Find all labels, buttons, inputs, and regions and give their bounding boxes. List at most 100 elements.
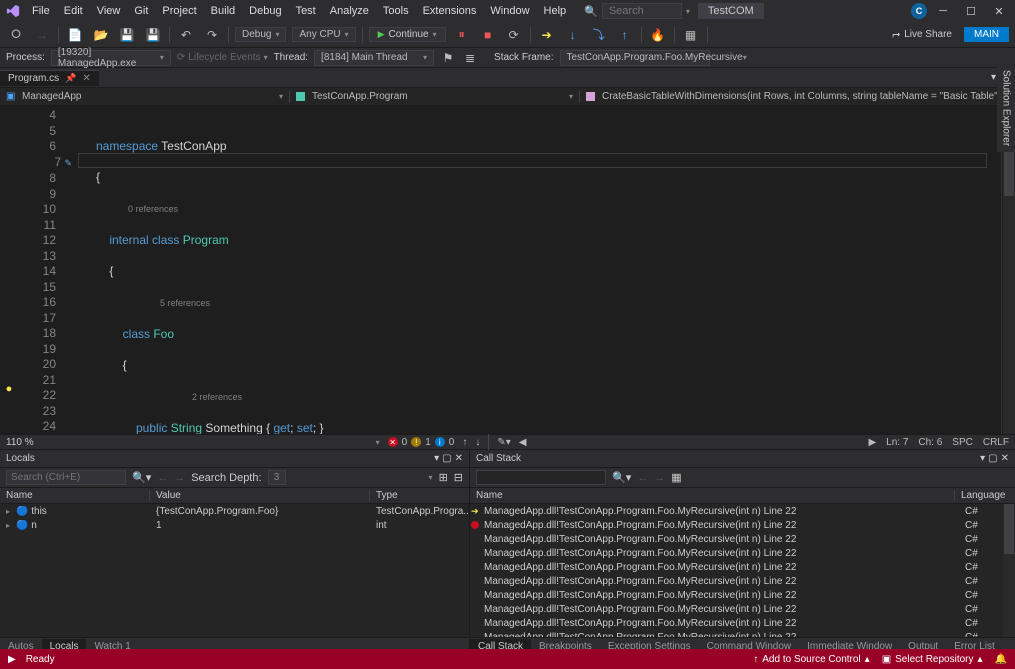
zoom-level[interactable]: 110 % [6,437,34,448]
select-repository[interactable]: ▣ Select Repository ▴ [882,654,983,665]
search-go-icon[interactable]: 🔍▾ [612,471,631,484]
save-icon[interactable]: 💾 [117,25,137,45]
tab-overflow-icon[interactable]: ▾ [991,72,996,83]
open-icon[interactable]: 📂 [91,25,111,45]
dropdown-icon[interactable]: ▾ [434,453,439,464]
nav-member-dropdown[interactable]: CrateBasicTableWithDimensions(int Rows, … [580,91,1015,103]
locals-body[interactable]: ▸🔵 this{TestConApp.Program.Foo}TestConAp… [0,504,469,637]
callstack-search-input[interactable] [476,470,606,485]
callstack-frame[interactable]: ManagedApp.dll!TestConApp.Program.Foo.My… [470,616,1015,630]
menu-debug[interactable]: Debug [243,3,287,19]
menu-git[interactable]: Git [128,3,154,19]
search-dropdown-icon[interactable]: ▾ [686,7,690,16]
solution-explorer-tab[interactable]: Solution Explorer [999,64,1014,152]
undo-icon[interactable]: ↶ [176,25,196,45]
locals-row[interactable]: ▸🔵 n1int [0,518,469,532]
callstack-frame[interactable]: ➔ManagedApp.dll!TestConApp.Program.Foo.M… [470,504,1015,518]
locals-col-name[interactable]: Name [0,490,150,501]
brush-icon[interactable]: ✎▾ [497,437,510,448]
search-input[interactable] [602,3,682,19]
new-file-icon[interactable]: 📄 [65,25,85,45]
toggle2-icon[interactable]: ⊟ [454,471,463,484]
warning-count-icon[interactable]: ! [411,437,421,447]
error-count-icon[interactable]: ✕ [388,437,398,447]
callstack-frame[interactable]: ManagedApp.dll!TestConApp.Program.Foo.My… [470,546,1015,560]
menu-edit[interactable]: Edit [58,3,89,19]
stackframe-dropdown[interactable]: TestConApp.Program.Foo.MyRecursive▾ [560,50,710,66]
depth-dropdown-icon[interactable]: ▾ [429,473,433,482]
maximize-panel-icon[interactable]: ▢ [442,453,451,464]
process-dropdown[interactable]: [19320] ManagedApp.exe▾ [51,50,171,66]
callstack-col-name[interactable]: Name [470,490,955,501]
search-prev-icon[interactable]: ← [157,472,168,484]
save-all-icon[interactable]: 💾 [143,25,163,45]
scroll-right-icon[interactable]: ▶ [868,437,876,448]
menu-extensions[interactable]: Extensions [417,3,483,19]
add-source-control[interactable]: ↑ Add to Source Control ▴ [753,654,869,665]
menu-build[interactable]: Build [205,3,241,19]
close-panel-icon[interactable]: ✕ [455,453,463,464]
callstack-frame[interactable]: ManagedApp.dll!TestConApp.Program.Foo.My… [470,588,1015,602]
maximize-panel-icon[interactable]: ▢ [988,453,997,464]
menu-tools[interactable]: Tools [377,3,415,19]
nav-fwd-button[interactable]: → [32,25,52,45]
code-area[interactable]: namespace TestConApp { 0 references inte… [78,106,1001,434]
tab-program-cs[interactable]: Program.cs 📌 ✕ [0,70,99,86]
close-tab-icon[interactable]: ✕ [82,73,90,84]
editor-scrollbar[interactable] [1003,106,1015,434]
maximize-button[interactable]: ☐ [959,2,983,20]
menu-analyze[interactable]: Analyze [324,3,375,19]
step-into-icon[interactable]: ↓ [563,25,583,45]
nav-class-dropdown[interactable]: TestConApp.Program▾ [290,91,580,103]
nav-project-dropdown[interactable]: ▣ManagedApp▾ [0,91,290,103]
threads-icon[interactable]: ≣ [462,48,478,68]
restart-icon[interactable]: ⟳ [504,25,524,45]
nav-back-button[interactable]: ⭘ [6,25,26,45]
menu-file[interactable]: File [26,3,56,19]
close-panel-icon[interactable]: ✕ [1001,453,1009,464]
locals-row[interactable]: ▸🔵 this{TestConApp.Program.Foo}TestConAp… [0,504,469,518]
code-editor[interactable]: ● 4567 ✎89101112131415161718192021222324… [0,106,1015,434]
live-share-button[interactable]: ⮣Live Share [886,27,958,42]
menu-test[interactable]: Test [290,3,322,19]
indent-mode[interactable]: SPC [952,437,973,448]
scroll-left-icon[interactable]: ◀ [519,437,527,448]
break-all-icon[interactable]: ⏸ [452,25,472,45]
search-next-icon[interactable]: → [654,472,665,484]
locals-col-type[interactable]: Type [370,490,469,501]
view-frames-icon[interactable]: ▦ [671,471,681,484]
lifecycle-events[interactable]: ⟳Lifecycle Events▾ [177,52,268,63]
callstack-frame[interactable]: ManagedApp.dll!TestConApp.Program.Foo.My… [470,560,1015,574]
callstack-frame[interactable]: ManagedApp.dll!TestConApp.Program.Foo.My… [470,602,1015,616]
callstack-frame[interactable]: ManagedApp.dll!TestConApp.Program.Foo.My… [470,532,1015,546]
flag-icon[interactable]: ⚑ [440,48,456,68]
user-avatar[interactable]: C [911,3,927,19]
nav-down-icon[interactable]: ↓ [475,437,480,448]
callstack-col-lang[interactable]: Language [955,490,1015,501]
notifications-icon[interactable]: 🔔 [995,654,1007,665]
menu-project[interactable]: Project [156,3,202,19]
continue-button[interactable]: ▶Continue▾ [369,27,446,42]
window-layout-button[interactable]: MAIN [964,27,1009,42]
redo-icon[interactable]: ↷ [202,25,222,45]
locals-search-input[interactable] [6,470,126,485]
tool-icon[interactable]: ▦ [681,25,701,45]
depth-value[interactable]: 3 [268,470,286,485]
search-go-icon[interactable]: 🔍▾ [132,471,151,484]
dropdown-icon[interactable]: ▾ [980,453,985,464]
menu-window[interactable]: Window [484,3,535,19]
hot-reload-icon[interactable]: 🔥 [648,25,668,45]
locals-col-value[interactable]: Value [150,490,370,501]
show-next-icon[interactable]: ➔ [537,25,557,45]
menu-help[interactable]: Help [538,3,573,19]
close-button[interactable]: ✕ [987,2,1011,20]
thread-dropdown[interactable]: [8184] Main Thread▾ [314,50,434,66]
callstack-frame[interactable]: ManagedApp.dll!TestConApp.Program.Foo.My… [470,630,1015,637]
callstack-body[interactable]: ➔ManagedApp.dll!TestConApp.Program.Foo.M… [470,504,1015,637]
callstack-frame[interactable]: ManagedApp.dll!TestConApp.Program.Foo.My… [470,574,1015,588]
search-next-icon[interactable]: → [174,472,185,484]
minimize-button[interactable]: ─ [931,2,955,20]
config-dropdown[interactable]: Debug▾ [235,27,286,42]
nav-up-icon[interactable]: ↑ [462,437,467,448]
search-prev-icon[interactable]: ← [637,472,648,484]
